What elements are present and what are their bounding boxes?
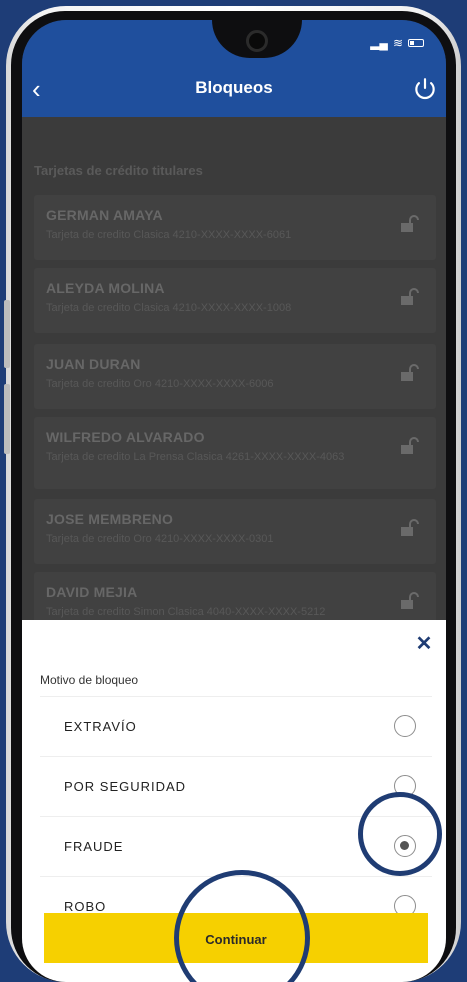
reason-label: FRAUDE	[64, 839, 124, 854]
card-description: Tarjeta de credito Simon Clasica 4040-XX…	[46, 606, 326, 618]
reason-label: EXTRAVÍO	[64, 719, 137, 734]
highlight-ring-fraude	[358, 792, 442, 876]
battery-icon	[408, 39, 424, 47]
unlock-icon[interactable]	[400, 288, 420, 306]
card-holder-name: DAVID MEJIA	[46, 584, 138, 600]
unlock-icon[interactable]	[400, 364, 420, 382]
card-holder-name: JUAN DURAN	[46, 356, 141, 372]
app-bar: ▂▄ ≋ ‹ Bloqueos	[22, 20, 446, 117]
section-title: Tarjetas de crédito titulares	[34, 163, 203, 178]
card-description: Tarjeta de credito Clasica 4210-XXXX-XXX…	[46, 302, 292, 314]
card-row[interactable]: JUAN DURAN Tarjeta de credito Oro 4210-X…	[34, 344, 436, 409]
card-description: Tarjeta de credito Oro 4210-XXXX-XXXX-60…	[46, 378, 274, 390]
card-description: Tarjeta de credito Clasica 4210-XXXX-XXX…	[46, 229, 292, 241]
page-title: Bloqueos	[195, 78, 273, 97]
reason-option[interactable]: EXTRAVÍO	[40, 697, 432, 757]
card-holder-name: ALEYDA MOLINA	[46, 280, 165, 296]
card-holder-name: JOSE MEMBRENO	[46, 511, 174, 527]
radio-button[interactable]	[394, 715, 416, 737]
reason-label: ROBO	[64, 899, 107, 914]
sheet-label: Motivo de bloqueo	[40, 673, 139, 687]
card-row[interactable]: JOSE MEMBRENO Tarjeta de credito Oro 421…	[34, 499, 436, 564]
status-bar: ▂▄ ≋	[370, 36, 424, 50]
close-icon[interactable]: ✕	[412, 632, 436, 656]
unlock-icon[interactable]	[400, 437, 420, 455]
card-holder-name: WILFREDO ALVARADO	[46, 429, 205, 445]
unlock-icon[interactable]	[400, 592, 420, 610]
side-button	[4, 300, 10, 368]
card-description: Tarjeta de credito La Prensa Clasica 426…	[46, 451, 345, 463]
wifi-icon: ≋	[392, 36, 403, 50]
side-button	[4, 384, 10, 454]
screen: ▂▄ ≋ ‹ Bloqueos Tarjetas de crédito titu…	[22, 20, 446, 982]
power-icon[interactable]	[412, 76, 438, 102]
unlock-icon[interactable]	[400, 519, 420, 537]
card-description: Tarjeta de credito Oro 4210-XXXX-XXXX-03…	[46, 533, 274, 545]
cards-list: Tarjetas de crédito titulares GERMAN AMA…	[22, 117, 446, 644]
card-row[interactable]: GERMAN AMAYA Tarjeta de credito Clasica …	[34, 195, 436, 260]
card-row[interactable]: WILFREDO ALVARADO Tarjeta de credito La …	[34, 417, 436, 489]
reason-label: POR SEGURIDAD	[64, 779, 187, 794]
card-row[interactable]: ALEYDA MOLINA Tarjeta de credito Clasica…	[34, 268, 436, 333]
camera-icon	[246, 30, 268, 52]
unlock-icon[interactable]	[400, 215, 420, 233]
signal-icon: ▂▄	[370, 36, 388, 50]
card-holder-name: GERMAN AMAYA	[46, 207, 163, 223]
